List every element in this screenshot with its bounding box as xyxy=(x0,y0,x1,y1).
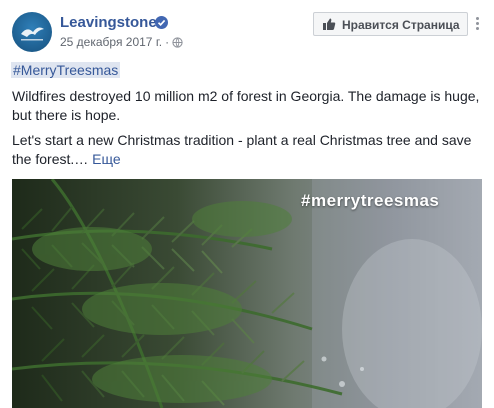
post-text-paragraph-1: Wildfires destroyed 10 million m2 of for… xyxy=(12,88,480,123)
hashtag-link[interactable]: #MerryTreesmas xyxy=(11,62,121,78)
post-meta: 25 декабря 2017 г. · xyxy=(60,35,183,51)
logo-bird-icon xyxy=(21,27,44,41)
see-more-link[interactable]: Еще xyxy=(92,151,121,167)
paragraph-2-text: Let's start a new Christmas tradition - … xyxy=(12,132,472,167)
like-page-label: Нравится Страница xyxy=(342,18,460,32)
post-photo[interactable]: #merrytreesmas xyxy=(12,179,482,408)
photo-hashtag-overlay: #merrytreesmas xyxy=(301,191,440,210)
like-page-button[interactable]: Нравится Страница xyxy=(313,12,468,36)
fir-branch-image xyxy=(12,179,482,408)
page-avatar[interactable] xyxy=(12,12,52,52)
more-options-icon[interactable] xyxy=(472,16,482,30)
meta-separator: · xyxy=(165,35,170,49)
post-date[interactable]: 25 декабря 2017 г. xyxy=(60,35,162,49)
post-text-paragraph-2: Let's start a new Christmas tradition - … xyxy=(12,131,486,169)
post-header: Leavingstone 25 декабря 2017 г. · Нравитс… xyxy=(12,12,482,56)
globe-icon[interactable] xyxy=(172,37,183,51)
page-name-link[interactable]: Leavingstone xyxy=(60,14,157,31)
verified-check-icon xyxy=(155,16,168,29)
thumb-up-icon xyxy=(322,17,336,34)
